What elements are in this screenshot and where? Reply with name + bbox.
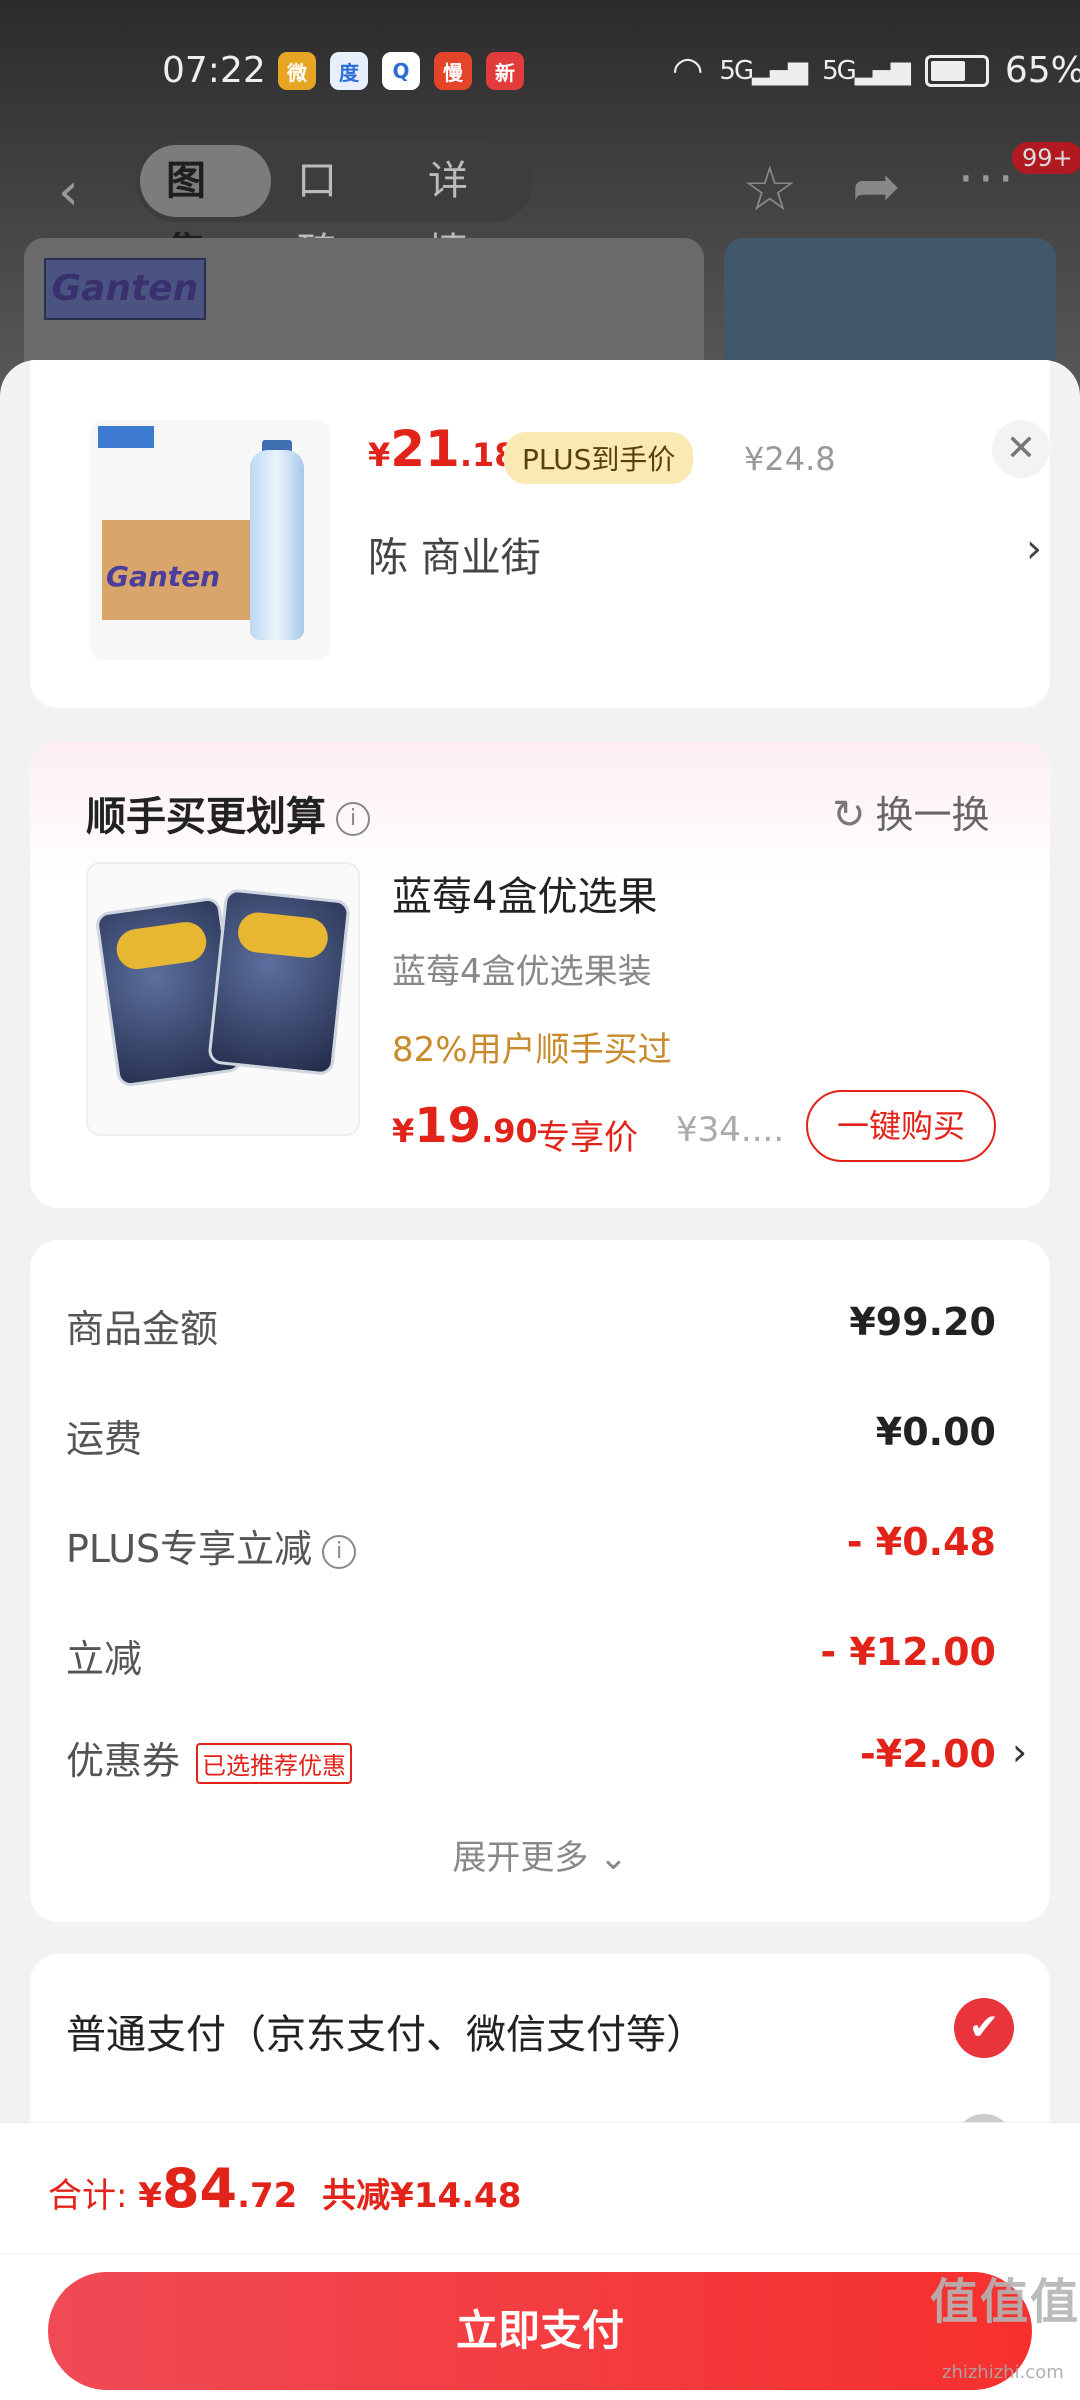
battery-fill	[930, 60, 965, 81]
exclusive-price-tag: 专享价	[536, 1118, 638, 1158]
chevron-right-icon[interactable]: ›	[1026, 526, 1042, 572]
upsell-title: 顺手买更划算 i	[86, 784, 370, 842]
info-icon[interactable]: i	[322, 1534, 357, 1569]
message-badge: 99+	[1012, 142, 1080, 174]
chevron-down-icon: ⌄	[599, 1838, 628, 1878]
chevron-right-icon[interactable]: ›	[1012, 1730, 1027, 1774]
summary-value: ¥99.20	[849, 1300, 996, 1344]
blueberry-box-image-2	[207, 887, 351, 1077]
signal-icon: 5G▂▄▆	[719, 55, 808, 86]
plus-price-tag: PLUS到手价	[504, 432, 694, 484]
star-icon[interactable]: ☆	[742, 152, 798, 225]
battery-icon	[924, 54, 989, 87]
bottle-image	[250, 450, 304, 640]
swap-button[interactable]: ↻ 换一换	[832, 784, 990, 839]
signal-icon-2: 5G▂▄▆	[822, 55, 911, 86]
status-bar: 07:22 微 度 Q 慢 新 ◠ 5G▂▄▆ 5G▂▄▆ 65%	[0, 0, 1080, 145]
refresh-icon: ↻	[832, 792, 866, 838]
search-app-icon: Q	[382, 52, 420, 90]
summary-label: 优惠券 已选推荐优惠	[66, 1730, 353, 1785]
upsell-name[interactable]: 蓝莓4盒优选果	[392, 864, 657, 922]
upsell-desc: 蓝莓4盒优选果装	[392, 952, 652, 992]
watermark: 值值值	[930, 2274, 1080, 2330]
summary-label: 运费	[66, 1417, 143, 1461]
blueberry-label	[114, 919, 209, 972]
tab-reviews[interactable]: 口碑	[271, 145, 402, 276]
wifi-icon: ◠	[672, 50, 704, 91]
footer-bar: 合计: ¥84.72 共减¥14.48 立即支付	[0, 2122, 1080, 2400]
delivery-address[interactable]: 陈 商业街	[368, 525, 541, 583]
close-icon: ✕	[1005, 428, 1037, 469]
more-icon[interactable]: ···	[958, 150, 1018, 208]
upsell-price: ¥19.90	[392, 1098, 538, 1154]
total-amount: 合计: ¥84.72 共减¥14.48	[48, 2157, 522, 2220]
share-icon[interactable]: ➦	[852, 152, 901, 220]
summary-value: -¥2.00	[860, 1732, 996, 1776]
one-click-buy-button[interactable]: 一键购买	[806, 1090, 996, 1162]
summary-label: 立减	[66, 1637, 143, 1681]
product-price: ¥21.18	[368, 420, 517, 478]
status-time: 07:22	[162, 50, 266, 91]
payment-method-label[interactable]: 普通支付（京东支付、微信支付等）	[66, 2002, 706, 2060]
original-price: ¥24.8	[744, 440, 836, 478]
summary-row: 运费 ¥0.00	[66, 1408, 996, 1468]
close-button[interactable]: ✕	[992, 420, 1050, 478]
watermark-url: zhizhizhi.com	[942, 2362, 1064, 2383]
pay-now-button[interactable]: 立即支付	[48, 2272, 1032, 2390]
status-right: ◠ 5G▂▄▆ 5G▂▄▆ 65%	[672, 50, 1080, 91]
upsell-product-image[interactable]	[86, 862, 360, 1136]
blueberry-label-2	[236, 910, 330, 960]
news-icon: 新	[486, 52, 524, 90]
tab-group: 图集 口碑 详情	[135, 140, 533, 276]
total-reduced: 共减¥14.48	[322, 2176, 522, 2216]
product-image: Ganten	[90, 420, 330, 660]
check-icon[interactable]: ✔	[954, 1998, 1014, 2058]
back-icon[interactable]: ‹	[58, 162, 79, 222]
summary-row: 立减 - ¥12.00	[66, 1628, 996, 1688]
nav-bar: ‹ 图集 口碑 详情 ☆ ➦ ··· 99+	[0, 140, 1080, 276]
summary-value: - ¥12.00	[820, 1630, 996, 1674]
price-summary: 商品金额 ¥99.20 运费 ¥0.00 PLUS专享立减 i - ¥0.48 立…	[30, 1240, 1050, 1922]
product-card: Ganten ¥21.18 PLUS到手价 ¥24.8 ✕ 陈 商业街 ›	[30, 360, 1050, 708]
tab-details[interactable]: 详情	[402, 145, 533, 276]
mini-logo	[98, 426, 154, 448]
summary-row: PLUS专享立减 i - ¥0.48	[66, 1518, 996, 1578]
coupon-tag: 已选推荐优惠	[196, 1743, 353, 1784]
summary-value: - ¥0.48	[846, 1520, 996, 1564]
tab-gallery[interactable]: 图集	[140, 145, 271, 276]
checkout-sheet: Ganten ¥21.18 PLUS到手价 ¥24.8 ✕ 陈 商业街 › 顺手…	[0, 360, 1080, 2400]
upsell-bought-rate: 82%用户顺手买过	[392, 1030, 672, 1070]
summary-label: PLUS专享立减 i	[66, 1518, 357, 1573]
summary-value: ¥0.00	[875, 1410, 996, 1454]
info-icon[interactable]: i	[336, 802, 370, 836]
upsell-original-price: ¥34....	[676, 1110, 785, 1150]
baidu-icon: 度	[330, 52, 368, 90]
battery-text: 65%	[1004, 50, 1080, 91]
summary-label: 商品金额	[66, 1307, 219, 1351]
weibo-icon: 微	[278, 52, 316, 90]
manhua-icon: 慢	[434, 52, 472, 90]
upsell-card: 顺手买更划算 i ↻ 换一换 蓝莓4盒优选果 蓝莓4盒优选果装 82%用户顺手买过 …	[30, 742, 1050, 1208]
box-brand-image: Ganten	[106, 560, 221, 593]
summary-row: 商品金额 ¥99.20	[66, 1298, 996, 1358]
coupon-row[interactable]: 优惠券 已选推荐优惠 -¥2.00	[66, 1730, 996, 1790]
notification-icons: 微 度 Q 慢 新	[278, 52, 524, 90]
total-line: 合计: ¥84.72 共减¥14.48	[0, 2122, 1080, 2254]
brand-logo-image: Ganten	[44, 258, 206, 320]
expand-more-button[interactable]: 展开更多 ⌄	[30, 1830, 1050, 1879]
